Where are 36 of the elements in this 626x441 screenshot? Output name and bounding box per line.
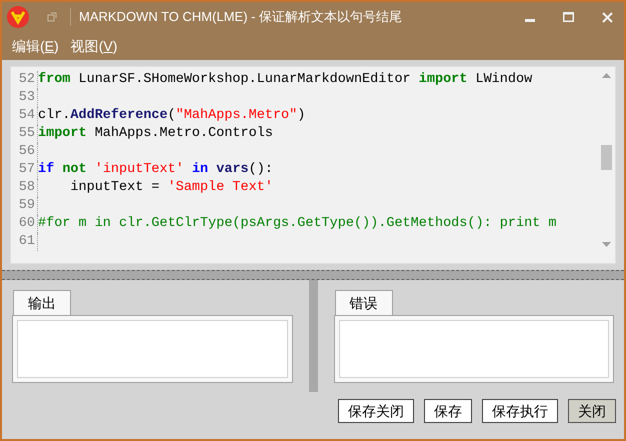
dialog-button[interactable]: 保存执行 [482, 399, 558, 423]
panel-tab[interactable]: 错误 [334, 290, 392, 315]
line-number: 56 [11, 143, 38, 161]
line-number: 59 [11, 197, 38, 215]
line-number: 52 [11, 71, 38, 89]
close-icon[interactable] [602, 12, 613, 22]
splitter[interactable] [2, 270, 624, 280]
line-number: 57 [11, 161, 38, 179]
code-line: inputText = 'Sample Text' [69, 179, 273, 197]
minimize-icon[interactable] [525, 18, 535, 22]
code-line: from LunarSF.SHomeWorkshop.LunarMarkdownEditor import LWindow [38, 71, 532, 89]
menu-item[interactable]: 编辑(E) [12, 36, 59, 56]
code-line: #for m in clr.GetClrType(psArgs.GetType()).GetMethods(): print m [38, 215, 556, 233]
scroll-down-icon[interactable] [602, 242, 611, 247]
line-number: 54 [11, 107, 38, 125]
popout-icon[interactable] [47, 12, 57, 22]
code-line: clr.AddReference("MahApps.Metro") [38, 107, 306, 125]
line-number: 58 [11, 179, 38, 197]
panel-tab[interactable]: 输出 [13, 290, 71, 315]
window-title: MARKDOWN TO CHM(LME) - 保证解析文本以句号结尾 [79, 8, 402, 26]
code-line: import MahApps.Metro.Controls [38, 125, 273, 143]
maximize-icon[interactable] [563, 12, 574, 22]
line-number: 61 [11, 233, 38, 251]
app-logo-icon [6, 5, 30, 29]
scroll-thumb[interactable] [601, 145, 612, 170]
line-number: 60 [11, 215, 38, 233]
vertical-splitter[interactable] [308, 280, 318, 392]
dialog-button[interactable]: 关闭 [568, 399, 616, 423]
menu-item[interactable]: 视图(V) [70, 36, 118, 56]
line-number: 53 [11, 89, 38, 107]
code-editor[interactable] [10, 66, 616, 264]
dialog-button[interactable]: 保存 [424, 399, 472, 423]
line-number: 55 [11, 125, 38, 143]
scroll-up-icon[interactable] [602, 73, 611, 78]
dialog-button[interactable]: 保存关闭 [338, 399, 414, 423]
code-line: if not 'inputText' in vars(): [38, 161, 273, 179]
